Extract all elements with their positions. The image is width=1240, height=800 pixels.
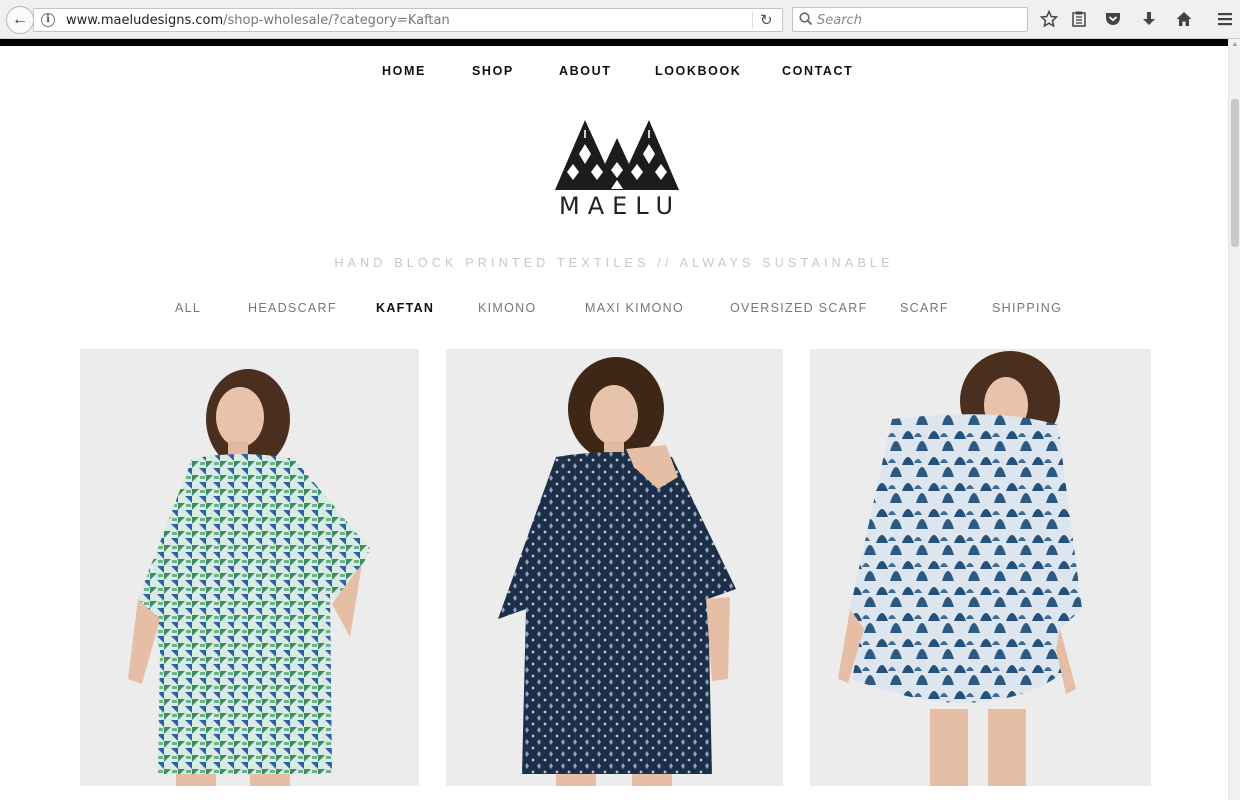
url-domain: www.maeludesigns.com [66,13,224,28]
category-all[interactable]: ALL [175,301,201,315]
download-icon[interactable] [1139,9,1159,29]
url-path: /shop-wholesale/?category=Kaftan [223,13,450,28]
bookmark-star-icon[interactable] [1039,9,1059,29]
search-placeholder: Search [817,13,862,28]
back-arrow-icon[interactable]: ← [6,6,34,34]
nav-lookbook[interactable]: LOOKBOOK [655,64,741,78]
address-bar[interactable]: i www.maeludesigns.com/shop-wholesale/?c… [33,8,783,32]
category-maxi-kimono[interactable]: MAXI KIMONO [585,301,684,315]
nav-home[interactable]: HOME [382,64,426,78]
home-icon[interactable] [1174,9,1194,29]
pocket-icon[interactable] [1103,9,1123,29]
reload-icon[interactable]: ↻ [760,11,773,29]
brand-name: MAELU [559,192,682,220]
browser-toolbar: ← i www.maeludesigns.com/shop-wholesale/… [0,0,1240,39]
info-icon[interactable]: i [41,13,55,27]
search-box[interactable]: Search [792,7,1028,32]
product-image-green-kaftan[interactable] [80,349,419,786]
header-black-bar [0,39,1228,46]
scroll-thumb[interactable] [1231,99,1239,247]
nav-shop[interactable]: SHOP [472,64,514,78]
reading-list-icon[interactable] [1069,9,1089,29]
category-headscarf[interactable]: HEADSCARF [248,301,337,315]
brand-tagline: HAND BLOCK PRINTED TEXTILES // ALWAYS SU… [334,256,894,270]
search-icon [799,12,813,26]
category-filter: ALL HEADSCARF KAFTAN KIMONO MAXI KIMONO … [0,301,1228,319]
maelu-logo-mark[interactable] [553,118,681,193]
category-oversized-scarf[interactable]: OVERSIZED SCARF [730,301,868,315]
category-kaftan[interactable]: KAFTAN [376,301,434,315]
scroll-up-arrow-icon[interactable]: ▲ [1230,41,1240,49]
product-image-blue-leaf-kaftan[interactable] [810,349,1151,786]
main-nav: HOME SHOP ABOUT LOOKBOOK CONTACT [0,64,1228,82]
category-kimono[interactable]: KIMONO [478,301,537,315]
product-image-navy-kaftan[interactable] [446,349,783,786]
category-scarf[interactable]: SCARF [900,301,949,315]
menu-icon[interactable] [1215,9,1235,29]
nav-about[interactable]: ABOUT [559,64,611,78]
scrollbar[interactable]: ▲ [1228,39,1240,800]
url-text[interactable]: www.maeludesigns.com/shop-wholesale/?cat… [66,13,450,28]
nav-contact[interactable]: CONTACT [782,64,853,78]
category-shipping[interactable]: SHIPPING [992,301,1062,315]
url-divider [752,12,753,28]
